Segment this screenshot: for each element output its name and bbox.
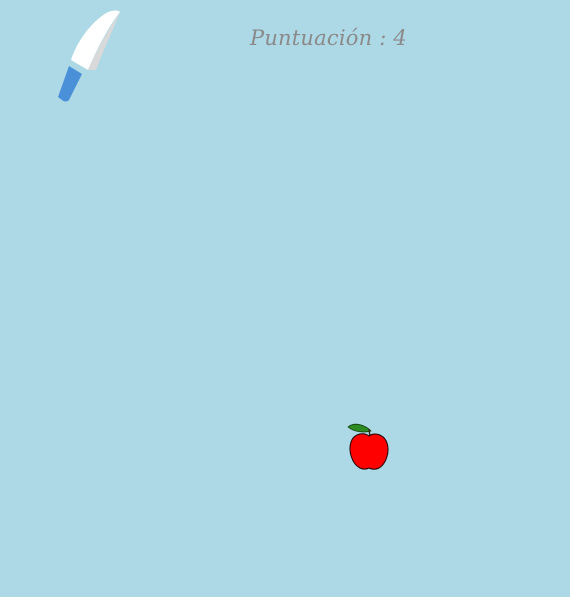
score-display: Puntuación : 4 xyxy=(250,26,407,50)
knife-handle xyxy=(58,66,82,102)
knife-icon xyxy=(58,10,120,102)
apple-icon[interactable] xyxy=(344,420,392,474)
game-canvas[interactable]: Puntuación : 4 xyxy=(0,0,570,597)
score-separator: : xyxy=(372,26,394,50)
apple-body xyxy=(349,433,389,470)
apple-leaf xyxy=(347,423,372,433)
score-value: 4 xyxy=(393,26,407,50)
score-label: Puntuación xyxy=(250,26,373,50)
